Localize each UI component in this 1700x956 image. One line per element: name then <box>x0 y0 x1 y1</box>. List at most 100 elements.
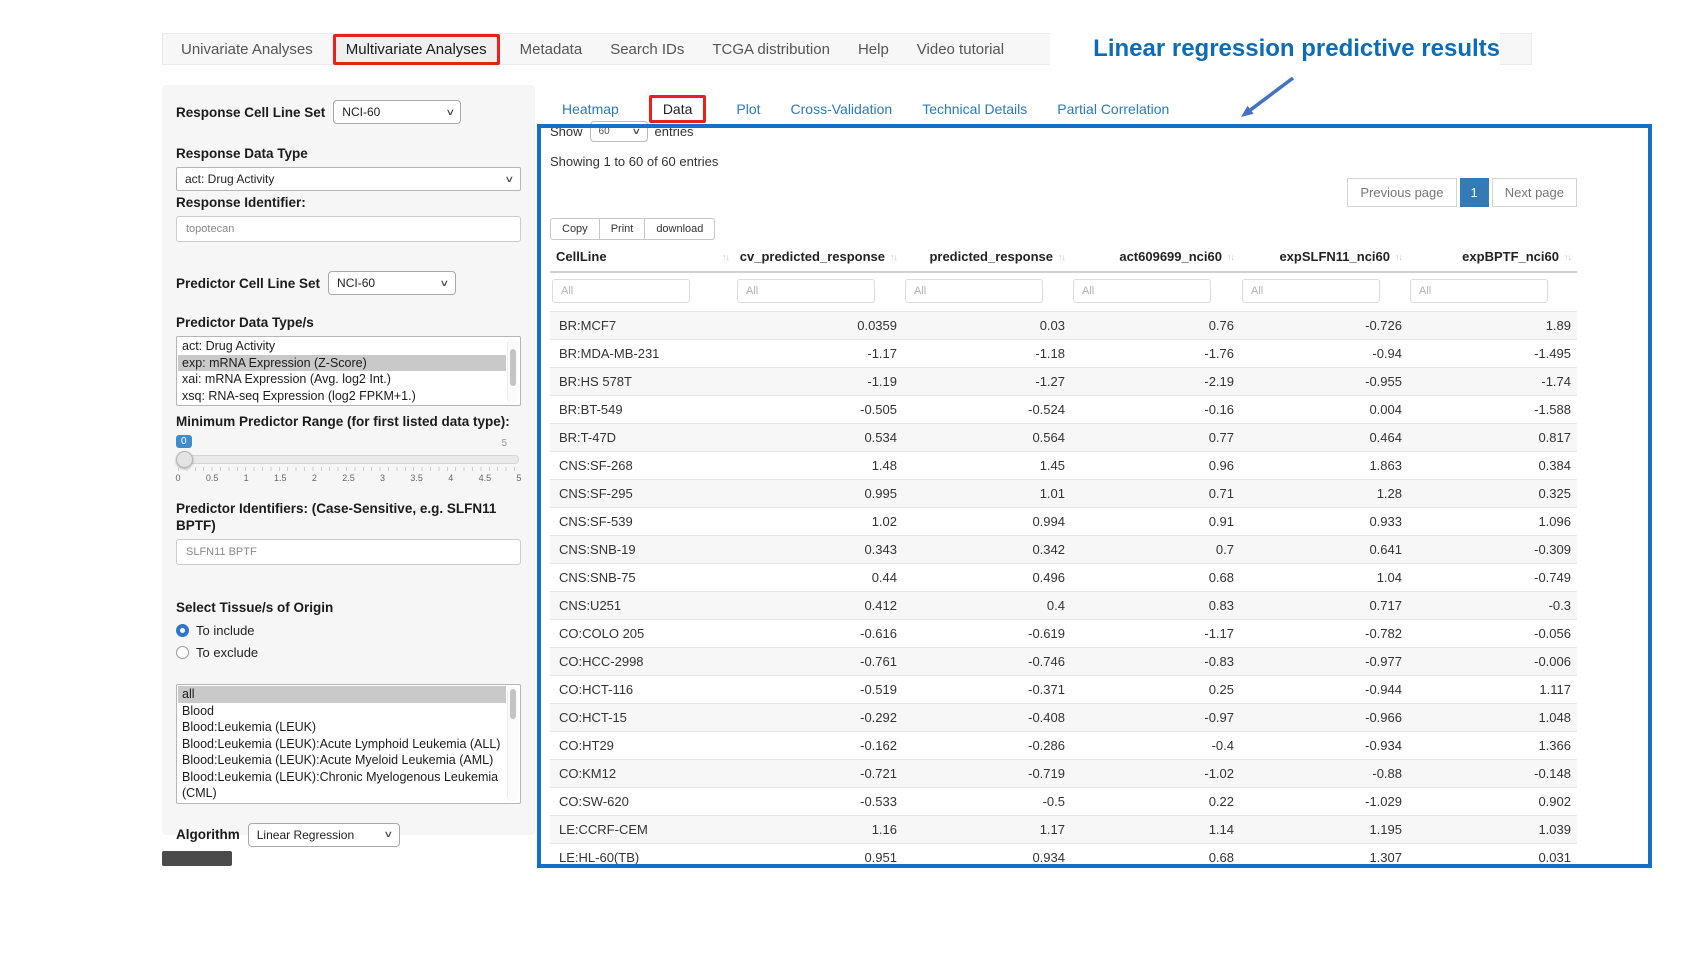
tab-heatmap[interactable]: Heatmap <box>562 101 619 117</box>
table-row: CO:SW-620-0.533-0.50.22-1.0290.902 <box>550 788 1577 816</box>
response-data-type-select[interactable]: act: Drug Activity ∨ <box>176 167 521 191</box>
sort-icon[interactable]: ↑↓ <box>1395 252 1402 262</box>
annotation-title: Linear regression predictive results <box>1050 28 1500 70</box>
cell-value: 0.384 <box>1408 452 1577 480</box>
slider-tick-label: 5 <box>509 473 529 483</box>
cell-value: 0.83 <box>1071 592 1240 620</box>
cell-value: -0.16 <box>1071 396 1240 424</box>
column-header-expslfn11-nci60[interactable]: expSLFN11_nci60↑↓ <box>1240 244 1408 272</box>
nav-item-tcga-distribution[interactable]: TCGA distribution <box>698 41 844 58</box>
slider-tick-label: 2.5 <box>338 473 358 483</box>
nav-item-univariate-analyses[interactable]: Univariate Analyses <box>167 41 327 58</box>
column-filter-input-predicted-response[interactable] <box>905 279 1043 303</box>
table-head: CellLine↑↓cv_predicted_response↑↓predict… <box>550 244 1577 312</box>
column-header-act609699-nci60[interactable]: act609699_nci60↑↓ <box>1071 244 1240 272</box>
column-filter-input-act609699-nci60[interactable] <box>1073 279 1211 303</box>
predictor-type-option-xsq-rna-seq-expression-log2-fpkm-1[interactable]: xsq: RNA-seq Expression (log2 FPKM+1.) <box>178 388 506 405</box>
export-buttons: CopyPrintdownload <box>550 218 715 240</box>
sort-icon[interactable]: ↑↓ <box>722 252 729 262</box>
listbox-scrollbar[interactable] <box>507 687 518 801</box>
copy-button[interactable]: Copy <box>550 218 600 240</box>
cell-value: -0.97 <box>1071 704 1240 732</box>
column-filter-input-cv-predicted-response[interactable] <box>737 279 875 303</box>
nav-item-search-ids[interactable]: Search IDs <box>596 41 698 58</box>
response-identifier-input[interactable] <box>176 216 521 242</box>
tab-partial-correlation[interactable]: Partial Correlation <box>1057 101 1169 117</box>
predictor-identifiers-input[interactable] <box>176 539 521 565</box>
column-header-label: CellLine <box>556 249 607 264</box>
sort-icon[interactable]: ↑↓ <box>1058 252 1065 262</box>
cell-value: -0.371 <box>903 676 1071 704</box>
column-filter-input-cellline[interactable] <box>552 279 690 303</box>
algorithm-select[interactable]: Linear Regression ∨ <box>248 823 400 847</box>
cell-value: 0.564 <box>903 424 1071 452</box>
cell-line-name: BR:T-47D <box>550 424 735 452</box>
cell-value: -1.495 <box>1408 340 1577 368</box>
previous-page-button[interactable]: Previous page <box>1347 178 1456 207</box>
tab-cross-validation[interactable]: Cross-Validation <box>791 101 893 117</box>
tissue-option-all[interactable]: all <box>178 686 506 703</box>
slider-track[interactable] <box>178 455 519 464</box>
partially-visible-element <box>162 851 232 866</box>
column-header-label: expBPTF_nci60 <box>1462 249 1559 264</box>
cell-value: 0.7 <box>1071 536 1240 564</box>
listbox-scrollbar[interactable] <box>507 339 518 403</box>
tab-plot[interactable]: Plot <box>736 101 760 117</box>
slider-tick-label: 1.5 <box>270 473 290 483</box>
cell-value: 1.89 <box>1408 312 1577 340</box>
cell-value: 0.325 <box>1408 480 1577 508</box>
slider-tick-label: 3.5 <box>407 473 427 483</box>
current-page-button[interactable]: 1 <box>1460 178 1489 207</box>
cell-value: 0.031 <box>1408 844 1577 872</box>
tissue-option-blood-leukemia-leuk-chronic-myelogenous-leukemia-cml[interactable]: Blood:Leukemia (LEUK):Chronic Myelogenou… <box>178 769 506 802</box>
sort-icon[interactable]: ↑↓ <box>1564 252 1571 262</box>
tissue-radio-to-include[interactable]: To include <box>176 623 521 638</box>
predictor-type-option-exp-mrna-expression-z-score[interactable]: exp: mRNA Expression (Z-Score) <box>178 355 506 372</box>
nav-item-video-tutorial[interactable]: Video tutorial <box>903 41 1018 58</box>
predictor-type-option-xai-mrna-expression-avg-log2-int[interactable]: xai: mRNA Expression (Avg. log2 Int.) <box>178 371 506 388</box>
min-predictor-range-slider: 0 5 00.511.522.533.544.55 <box>176 435 521 491</box>
tissue-option-blood-leukemia-leuk[interactable]: Blood:Leukemia (LEUK) <box>178 719 506 736</box>
algorithm-value: Linear Regression <box>257 828 354 842</box>
cell-line-name: LE:CCRF-CEM <box>550 816 735 844</box>
slider-tick-label: 1 <box>236 473 256 483</box>
column-header-cellline[interactable]: CellLine ↑↓ <box>550 244 735 272</box>
cell-value: -0.719 <box>903 760 1071 788</box>
predictor-type-option-act-drug-activity[interactable]: act: Drug Activity <box>178 338 506 355</box>
tissue-option-blood-leukemia-leuk-acute-lymphoid-leukemia-all[interactable]: Blood:Leukemia (LEUK):Acute Lymphoid Leu… <box>178 736 506 753</box>
tissue-origin-label: Select Tissue/s of Origin <box>176 599 521 616</box>
sort-icon[interactable]: ↑↓ <box>1227 252 1234 262</box>
tab-technical-details[interactable]: Technical Details <box>922 101 1027 117</box>
tissue-radio-to-exclude[interactable]: To exclude <box>176 645 521 660</box>
print-button[interactable]: Print <box>599 218 646 240</box>
column-header-predicted-response[interactable]: predicted_response↑↓ <box>903 244 1071 272</box>
cell-value: -0.94 <box>1240 340 1408 368</box>
cell-value: 1.096 <box>1408 508 1577 536</box>
response-cell-line-set-select[interactable]: NCI-60 ∨ <box>333 100 461 124</box>
tissue-option-blood[interactable]: Blood <box>178 703 506 720</box>
sort-icon[interactable]: ↑↓ <box>890 252 897 262</box>
cell-value: -0.148 <box>1408 760 1577 788</box>
predictor-cell-line-set-value: NCI-60 <box>337 276 375 290</box>
tissue-option-blood-leukemia-leuk-acute-myeloid-leukemia-aml[interactable]: Blood:Leukemia (LEUK):Acute Myeloid Leuk… <box>178 752 506 769</box>
column-filter-input-expbptf-nci60[interactable] <box>1410 279 1548 303</box>
next-page-button[interactable]: Next page <box>1492 178 1577 207</box>
cell-line-name: CO:HCT-15 <box>550 704 735 732</box>
tab-data[interactable]: Data <box>649 95 707 123</box>
table-row: BR:BT-549-0.505-0.524-0.160.004-1.588 <box>550 396 1577 424</box>
download-button[interactable]: download <box>644 218 715 240</box>
cell-value: -1.17 <box>1071 620 1240 648</box>
predictor-cell-line-set-select[interactable]: NCI-60 ∨ <box>328 271 456 295</box>
nav-item-multivariate-analyses[interactable]: Multivariate Analyses <box>333 34 500 65</box>
column-header-cv-predicted-response[interactable]: cv_predicted_response↑↓ <box>735 244 903 272</box>
column-filter-input-expslfn11-nci60[interactable] <box>1242 279 1380 303</box>
radio-label: To exclude <box>196 645 258 660</box>
show-entries-select[interactable]: 60 ∨ <box>590 121 648 142</box>
cell-value: 0.004 <box>1240 396 1408 424</box>
nav-item-help[interactable]: Help <box>844 41 903 58</box>
slider-tick-label: 0.5 <box>202 473 222 483</box>
cell-value: 0.0359 <box>735 312 903 340</box>
slider-handle[interactable] <box>176 451 193 468</box>
nav-item-metadata[interactable]: Metadata <box>506 41 597 58</box>
column-header-expbptf-nci60[interactable]: expBPTF_nci60 ↑↓ <box>1408 244 1577 272</box>
